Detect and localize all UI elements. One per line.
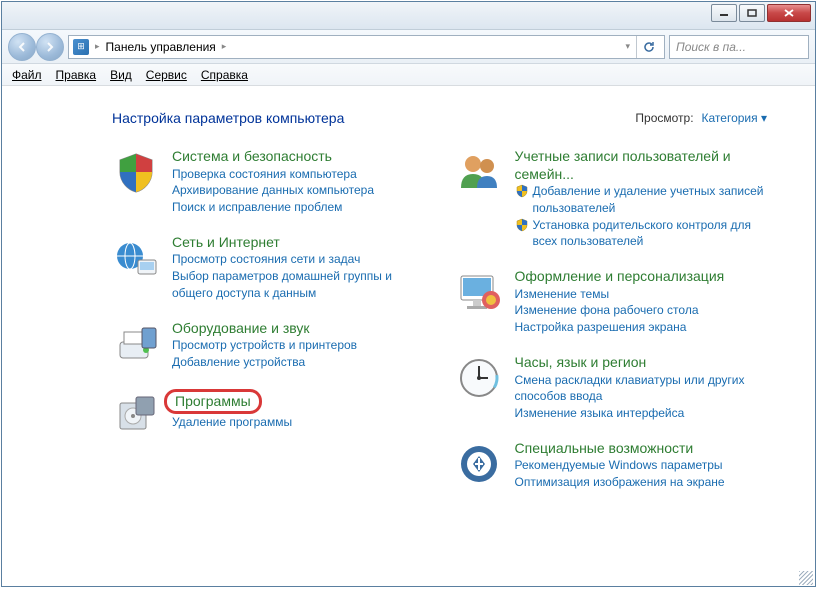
- forward-button[interactable]: [36, 33, 64, 61]
- category-item: Оборудование и звукПросмотр устройств и …: [112, 320, 425, 371]
- maximize-button[interactable]: [739, 4, 765, 22]
- category-title[interactable]: Программы: [175, 393, 251, 409]
- category-icon: [455, 268, 503, 316]
- content-area: Настройка параметров компьютера Просмотр…: [2, 86, 815, 586]
- dropdown-icon[interactable]: ▾: [625, 41, 630, 52]
- search-input[interactable]: Поиск в па...: [669, 35, 809, 59]
- category-sublink[interactable]: Просмотр устройств и принтеров: [172, 337, 425, 354]
- category-title[interactable]: Оформление и персонализация: [515, 268, 768, 286]
- category-sublink[interactable]: Оптимизация изображения на экране: [515, 474, 768, 491]
- left-column: Система и безопасностьПроверка состояния…: [112, 148, 425, 509]
- category-sublink[interactable]: Рекомендуемые Windows параметры: [515, 457, 768, 474]
- back-button[interactable]: [8, 33, 36, 61]
- category-icon: [112, 320, 160, 368]
- view-control: Просмотр: Категория ▾: [635, 111, 767, 125]
- category-icon: [112, 234, 160, 282]
- menu-tools[interactable]: Сервис: [146, 68, 187, 82]
- category-sublink[interactable]: Изменение фона рабочего стола: [515, 302, 768, 319]
- category-sublink[interactable]: Удаление программы: [172, 414, 425, 431]
- category-item: Программы Удаление программы: [112, 389, 425, 437]
- close-button[interactable]: [767, 4, 811, 22]
- uac-shield-icon: [515, 218, 529, 232]
- category-item: Сеть и ИнтернетПросмотр состояния сети и…: [112, 234, 425, 302]
- category-icon: [455, 440, 503, 488]
- category-sublink[interactable]: Просмотр состояния сети и задач: [172, 251, 425, 268]
- navbar: ⊞ ▸ Панель управления ▸ ▾ Поиск в па...: [2, 30, 815, 64]
- category-sublink[interactable]: Архивирование данных компьютера: [172, 182, 425, 199]
- category-item: Система и безопасностьПроверка состояния…: [112, 148, 425, 216]
- menubar: Файл Правка Вид Сервис Справка: [2, 64, 815, 86]
- menu-help[interactable]: Справка: [201, 68, 248, 82]
- category-item: Специальные возможностиРекомендуемые Win…: [455, 440, 768, 491]
- category-title[interactable]: Система и безопасность: [172, 148, 425, 166]
- refresh-button[interactable]: [636, 36, 660, 58]
- category-sublink[interactable]: Изменение языка интерфейса: [515, 405, 768, 422]
- address-bar[interactable]: ⊞ ▸ Панель управления ▸ ▾: [68, 35, 665, 59]
- category-title[interactable]: Оборудование и звук: [172, 320, 425, 338]
- category-icon: [112, 389, 160, 437]
- control-panel-icon: ⊞: [73, 39, 89, 55]
- category-sublink[interactable]: Выбор параметров домашней группы и общег…: [172, 268, 425, 302]
- minimize-button[interactable]: [711, 4, 737, 22]
- breadcrumb-sep-icon: ▸: [95, 41, 100, 52]
- category-item: Часы, язык и регионСмена раскладки клави…: [455, 354, 768, 422]
- category-sublink[interactable]: Изменение темы: [515, 286, 768, 303]
- resize-grip[interactable]: [799, 571, 813, 585]
- category-title[interactable]: Специальные возможности: [515, 440, 768, 458]
- category-item: Учетные записи пользователей и семейн...…: [455, 148, 768, 250]
- view-dropdown[interactable]: Категория ▾: [702, 111, 767, 125]
- breadcrumb-sep-icon: ▸: [222, 41, 227, 52]
- category-sublink[interactable]: Поиск и исправление проблем: [172, 199, 425, 216]
- category-sublink[interactable]: Добавление и удаление учетных записей по…: [515, 183, 768, 217]
- right-column: Учетные записи пользователей и семейн...…: [455, 148, 768, 509]
- uac-shield-icon: [515, 184, 529, 198]
- view-label: Просмотр:: [635, 111, 693, 125]
- menu-edit[interactable]: Правка: [56, 68, 97, 82]
- category-title[interactable]: Часы, язык и регион: [515, 354, 768, 372]
- titlebar: [2, 2, 815, 30]
- menu-file[interactable]: Файл: [12, 68, 42, 82]
- category-icon: [455, 148, 503, 196]
- category-icon: [455, 354, 503, 402]
- page-title: Настройка параметров компьютера: [112, 110, 344, 126]
- breadcrumb-text[interactable]: Панель управления: [106, 40, 216, 54]
- category-title[interactable]: Учетные записи пользователей и семейн...: [515, 148, 768, 183]
- category-icon: [112, 148, 160, 196]
- category-title[interactable]: Сеть и Интернет: [172, 234, 425, 252]
- category-sublink[interactable]: Настройка разрешения экрана: [515, 319, 768, 336]
- category-sublink[interactable]: Добавление устройства: [172, 354, 425, 371]
- category-sublink[interactable]: Проверка состояния компьютера: [172, 166, 425, 183]
- category-item: Оформление и персонализацияИзменение тем…: [455, 268, 768, 336]
- category-sublink[interactable]: Установка родительского контроля для все…: [515, 217, 768, 251]
- menu-view[interactable]: Вид: [110, 68, 132, 82]
- category-sublink[interactable]: Смена раскладки клавиатуры или других сп…: [515, 372, 768, 406]
- window: ⊞ ▸ Панель управления ▸ ▾ Поиск в па... …: [1, 1, 816, 587]
